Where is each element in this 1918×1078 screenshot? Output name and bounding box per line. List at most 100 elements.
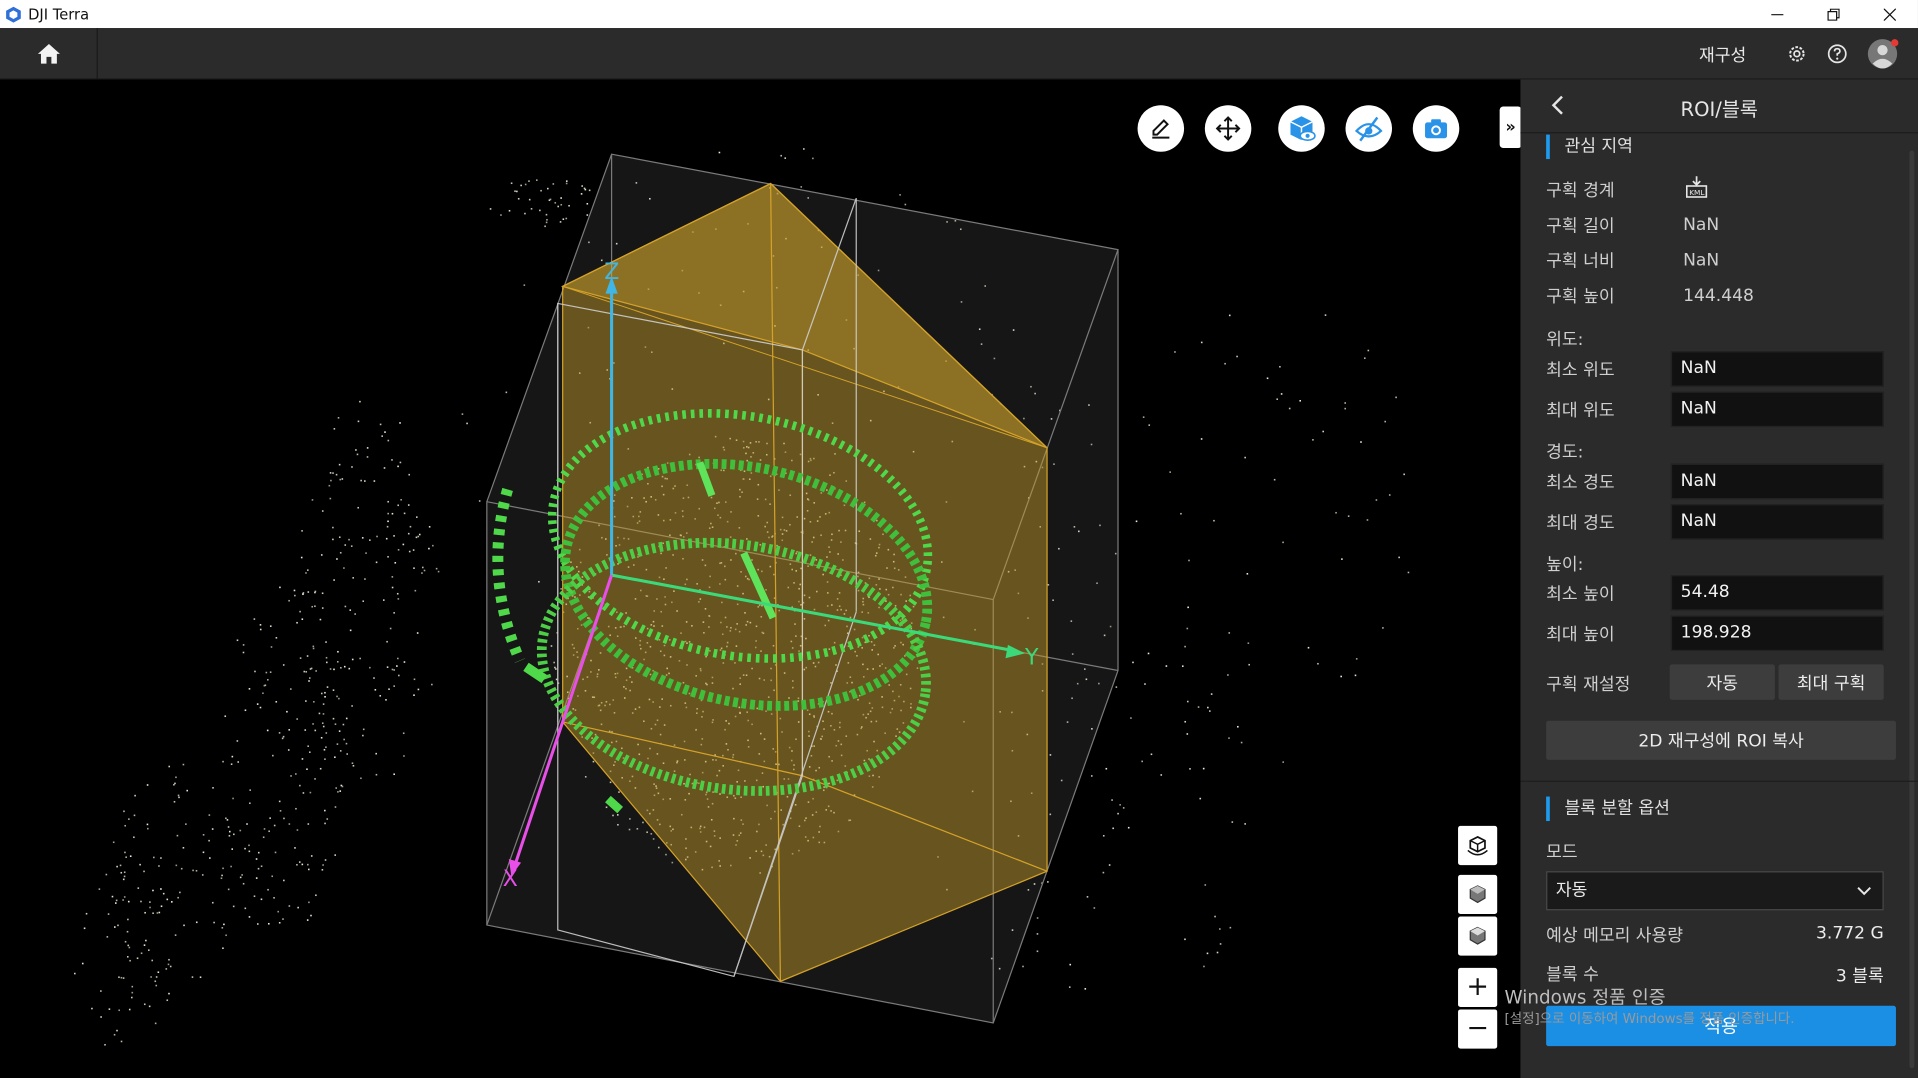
min-lon-field[interactable]: NaN — [1670, 463, 1884, 500]
cloud-point — [1093, 907, 1096, 909]
cloud-point — [322, 864, 324, 866]
cloud-point — [147, 827, 149, 830]
cloud-point — [118, 976, 120, 979]
cloud-point — [279, 810, 282, 812]
cloud-point — [242, 651, 245, 654]
cloud-point — [231, 755, 234, 758]
cloud-point — [260, 865, 263, 868]
cloud-point — [311, 499, 314, 501]
restore-button[interactable] — [1805, 0, 1861, 28]
cloud-point — [260, 898, 263, 901]
cloud-point — [1165, 665, 1168, 667]
cloud-point — [1119, 804, 1121, 806]
cube-view-button-2[interactable] — [1458, 916, 1498, 956]
visibility-tool-button[interactable] — [1345, 105, 1393, 152]
cloud-point — [389, 627, 392, 630]
cloud-point — [319, 618, 322, 621]
cloud-point — [1206, 952, 1209, 955]
cloud-point — [208, 814, 211, 816]
point-cloud-scene[interactable]: Z Y X — [0, 80, 1520, 1078]
cloud-point — [1141, 760, 1143, 763]
top-toolbar: 재구성 — [0, 28, 1918, 80]
cloud-point — [248, 688, 251, 690]
cloud-point — [282, 664, 285, 666]
cloud-point — [1200, 438, 1203, 440]
cloud-point — [586, 214, 589, 216]
cloud-point — [369, 666, 371, 669]
cloud-point — [324, 691, 326, 694]
cloud-point — [195, 869, 198, 872]
axis-z-label: Z — [604, 260, 619, 285]
cloud-point — [1228, 314, 1231, 317]
roi-view-tool-button[interactable] — [1278, 105, 1325, 152]
cloud-point — [321, 592, 324, 595]
cloud-point — [283, 817, 285, 820]
cloud-point — [323, 748, 326, 751]
gear-icon[interactable] — [1786, 43, 1808, 65]
zoom-out-button[interactable]: − — [1458, 1009, 1498, 1049]
cloud-point — [1229, 926, 1232, 929]
cloud-point — [303, 670, 306, 673]
collapse-panel-button[interactable]: » — [1499, 106, 1521, 149]
cloud-point — [242, 882, 245, 885]
copy-roi-button[interactable]: 2D 재구성에 ROI 복사 — [1546, 720, 1896, 760]
cloud-point — [131, 985, 134, 988]
max-lon-field[interactable]: NaN — [1670, 504, 1884, 540]
cloud-point — [274, 851, 277, 854]
cloud-point — [333, 668, 335, 671]
section-divider — [1520, 780, 1918, 782]
user-avatar-icon[interactable] — [1867, 37, 1901, 71]
cloud-point — [360, 479, 362, 482]
min-alt-field[interactable]: 54.48 — [1670, 575, 1884, 611]
cloud-point — [324, 758, 326, 760]
cloud-point — [1122, 807, 1125, 809]
mode-select[interactable]: 자동 — [1546, 871, 1884, 911]
cloud-point — [324, 822, 326, 825]
reset-view-button[interactable] — [1458, 825, 1498, 866]
3d-viewport[interactable]: Z Y X » + − — [0, 79, 1521, 1078]
move-tool-button[interactable] — [1204, 105, 1252, 152]
cloud-point — [211, 901, 214, 904]
panel-scrollbar[interactable] — [1909, 150, 1915, 1069]
cloud-point — [336, 743, 339, 745]
block-section-title: 블록 분할 옵션 — [1546, 796, 1670, 822]
zoom-in-button[interactable]: + — [1458, 967, 1498, 1008]
longitude-group-label: 경도: — [1546, 442, 1584, 463]
close-button[interactable] — [1862, 0, 1918, 28]
cloud-point — [385, 537, 388, 540]
home-button[interactable] — [0, 28, 98, 80]
cloud-point — [168, 765, 171, 768]
cloud-point — [146, 823, 149, 826]
help-icon[interactable] — [1826, 43, 1848, 65]
cube-view-button-1[interactable] — [1458, 874, 1498, 915]
width-value: NaN — [1683, 250, 1720, 271]
min-lat-field[interactable]: NaN — [1670, 351, 1884, 387]
cloud-point — [336, 660, 339, 663]
minimize-button[interactable] — [1749, 0, 1805, 28]
cloud-point — [116, 865, 118, 868]
edit-tool-button[interactable] — [1137, 105, 1185, 152]
cloud-point — [1174, 351, 1176, 353]
cloud-point — [136, 957, 139, 960]
cloud-point — [357, 506, 360, 509]
cloud-point — [1266, 377, 1269, 380]
cloud-point — [343, 738, 345, 741]
panel-header: ROI/블록 — [1520, 80, 1918, 134]
max-alt-field[interactable]: 198.928 — [1670, 615, 1884, 651]
max-lat-field[interactable]: NaN — [1670, 391, 1884, 428]
restore-icon — [1827, 7, 1840, 21]
kml-import-icon[interactable]: KML — [1684, 175, 1708, 199]
cloud-point — [398, 674, 400, 677]
cloud-point — [375, 773, 378, 776]
cloud-point — [146, 784, 149, 786]
cloud-point — [338, 536, 341, 539]
cloud-point — [1231, 821, 1234, 823]
reconstruct-menu[interactable]: 재구성 — [1699, 43, 1746, 67]
screenshot-tool-button[interactable] — [1412, 105, 1460, 152]
cloud-point — [334, 854, 337, 856]
cloud-point — [133, 814, 136, 817]
max-reset-button[interactable]: 최대 구획 — [1778, 664, 1884, 700]
cloud-point — [126, 930, 129, 933]
cloud-point — [166, 999, 169, 1002]
auto-reset-button[interactable]: 자동 — [1669, 664, 1775, 700]
